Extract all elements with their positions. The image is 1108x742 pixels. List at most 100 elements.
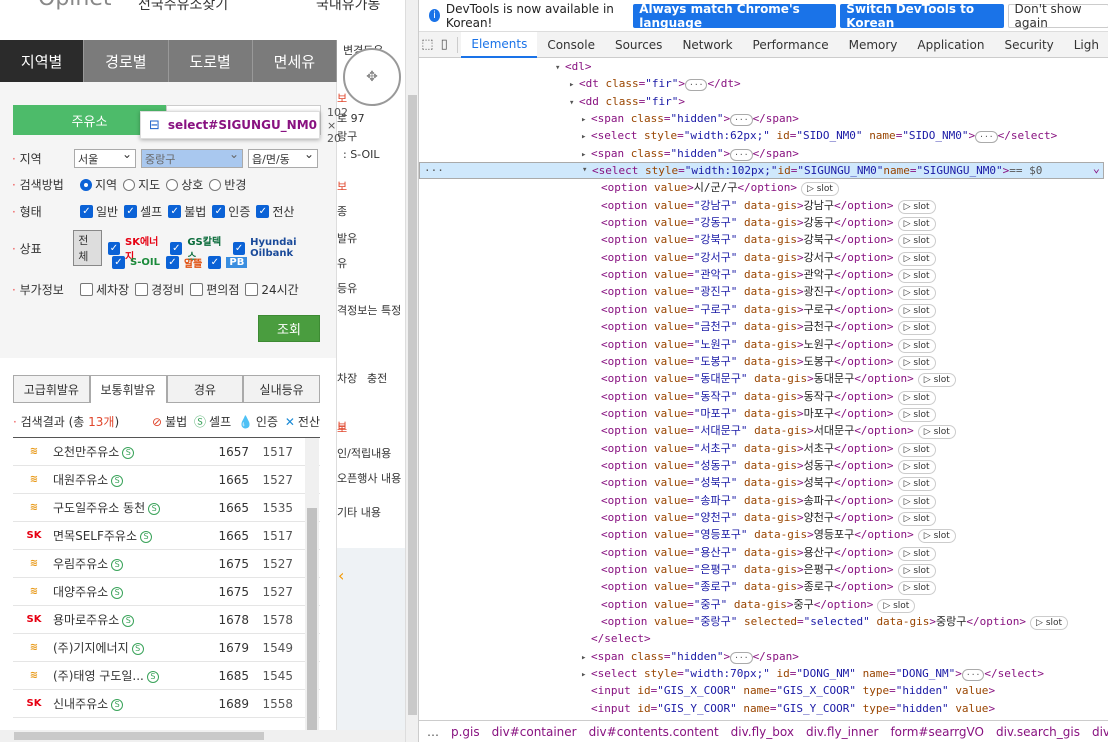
dom-option[interactable]: <option value="금천구" data-gis>금천구</option… xyxy=(419,318,1108,336)
dom-option[interactable]: <option value="동대문구" data-gis>동대문구</opti… xyxy=(419,370,1108,388)
checkbox-gs[interactable]: ✓ xyxy=(170,241,183,255)
checkbox-computer[interactable]: ✓ xyxy=(256,205,270,218)
dom-node[interactable]: ▸ <select style="width:70px;" id="DONG_NM… xyxy=(419,665,1108,682)
checkbox-store[interactable] xyxy=(190,283,204,296)
dom-option[interactable]: <option value="서대문구" data-gis>서대문구</opti… xyxy=(419,422,1108,440)
station-list-scrollbar[interactable] xyxy=(305,438,319,742)
dont-show-button[interactable]: Don't show again xyxy=(1007,2,1108,30)
tab-premium-gasoline[interactable]: 고급휘발유 xyxy=(13,375,90,403)
collapse-arrow-icon[interactable]: ‹ xyxy=(338,566,344,585)
station-name[interactable]: 면목SELF주유소 S xyxy=(53,527,205,544)
breadcrumb-item[interactable]: div.inner xyxy=(1092,725,1108,739)
breadcrumb-item[interactable]: div.fly_box xyxy=(731,725,794,739)
dom-node[interactable]: <input id="GIS_Y_COOR" name="GIS_Y_COOR"… xyxy=(419,700,1108,716)
checkbox-24h[interactable] xyxy=(245,283,259,296)
station-row[interactable]: ≋ 대양주유소 S 1675 1527 xyxy=(13,578,320,606)
device-toggle-icon[interactable]: ▯ xyxy=(436,37,453,52)
dom-option[interactable]: <option value="도봉구" data-gis>도봉구</option… xyxy=(419,353,1108,370)
tab-road[interactable]: 도로별 xyxy=(168,40,253,82)
tab-region[interactable]: 지역별 xyxy=(0,40,85,82)
tab-route[interactable]: 경로별 xyxy=(84,40,169,82)
dom-node[interactable]: </select> xyxy=(419,630,1108,647)
sido-select[interactable]: 서울 xyxy=(74,147,136,168)
station-row[interactable]: SK 신내주유소 S 1689 1558 xyxy=(13,690,320,718)
checkbox-certified[interactable]: ✓ xyxy=(212,205,226,218)
dom-option[interactable]: <option value="중구" data-gis>중구</option> ▷… xyxy=(419,596,1108,613)
dom-node[interactable]: ▸ <span class="hidden"> ··· </span> xyxy=(419,110,1108,127)
top-link-1[interactable]: 전국주유소찾기 xyxy=(138,0,228,14)
dom-node[interactable]: ▾ <dd class="fir"> xyxy=(419,93,1108,110)
checkbox-maintenance[interactable] xyxy=(135,283,149,296)
radio-region[interactable] xyxy=(80,178,92,191)
dom-node[interactable]: ▸ <span class="hidden"> ··· </span> xyxy=(419,145,1108,162)
station-row[interactable]: ≋ 대원주유소 S 1665 1527 xyxy=(13,466,320,494)
radio-radius[interactable] xyxy=(209,178,222,191)
match-language-button[interactable]: Always match Chrome's language xyxy=(633,2,837,30)
station-name[interactable]: 대양주유소 S xyxy=(53,583,205,600)
breadcrumb-item[interactable]: div.search_gis xyxy=(996,725,1080,739)
dom-option[interactable]: <option value="성동구" data-gis>성동구</option… xyxy=(419,457,1108,474)
dom-node[interactable]: ▸ <select style="width:62px;" id="SIDO_NM… xyxy=(419,127,1108,144)
dom-node[interactable]: ▸ <dt class="fir"> ··· </dt> xyxy=(419,75,1108,92)
breadcrumb-item[interactable]: div#container xyxy=(492,725,577,739)
breadcrumb-item[interactable]: div.fly_inner xyxy=(806,725,878,739)
station-row[interactable]: SK 용마로주유소 S 1678 1578 xyxy=(13,606,320,634)
map-pan-control[interactable]: ✥ xyxy=(343,48,401,106)
dom-dl[interactable]: ▾ <dl> xyxy=(419,58,1108,75)
radio-map[interactable] xyxy=(123,178,136,191)
checkbox-altteul[interactable]: ✓ xyxy=(165,256,179,269)
station-row[interactable]: SK 면목SELF주유소 S 1665 1517 xyxy=(13,522,320,550)
tab-kerosene[interactable]: 실내등유 xyxy=(243,375,320,403)
breadcrumb-item[interactable]: p.gis xyxy=(451,725,480,739)
dom-option[interactable]: <option value="동작구" data-gis>동작구</option… xyxy=(419,388,1108,405)
dom-option[interactable]: <option value="강동구" data-gis>강동구</option… xyxy=(419,214,1108,232)
station-name[interactable]: 신내주유소 S xyxy=(53,695,205,712)
tab-regular-gasoline[interactable]: 보통휘발유 xyxy=(89,375,167,403)
switch-korean-button[interactable]: Switch DevTools to Korean xyxy=(840,2,1004,30)
checkbox-self[interactable]: ✓ xyxy=(124,205,138,218)
tab-security[interactable]: Security xyxy=(994,32,1063,58)
tab-lighthouse[interactable]: Ligh xyxy=(1064,32,1108,58)
tab-network[interactable]: Network xyxy=(672,32,742,58)
dom-option[interactable]: <option value="종로구" data-gis>종로구</option… xyxy=(419,578,1108,596)
station-name[interactable]: 구도일주유소 동천 S xyxy=(53,499,205,516)
site-logo[interactable]: Opinet xyxy=(38,0,112,11)
top-link-2[interactable]: 국내유가동 xyxy=(316,0,380,14)
checkbox-soil[interactable]: ✓ xyxy=(112,256,125,269)
map-view[interactable] xyxy=(337,548,405,732)
tab-performance[interactable]: Performance xyxy=(743,32,839,58)
station-row[interactable]: ≋ (주)기지에너지 S 1679 1549 xyxy=(13,634,320,662)
inspect-icon[interactable]: ⬚ xyxy=(419,37,436,52)
tab-memory[interactable]: Memory xyxy=(839,32,908,58)
station-name[interactable]: 오천만주유소 S xyxy=(53,443,205,460)
station-row[interactable]: ≋ 우림주유소 S 1675 1527 xyxy=(13,550,320,578)
horizontal-scrollbar[interactable] xyxy=(0,730,405,742)
checkbox-hyundai[interactable]: ✓ xyxy=(233,241,246,255)
page-scrollbar[interactable] xyxy=(405,0,418,742)
dom-option[interactable]: <option value="노원구" data-gis>노원구</option… xyxy=(419,336,1108,353)
station-name[interactable]: (주)기지에너지 S xyxy=(53,639,205,656)
brand-all-button[interactable]: 전체 xyxy=(73,230,102,266)
checkbox-sk[interactable]: ✓ xyxy=(107,241,120,255)
radio-name[interactable] xyxy=(166,178,179,191)
dom-option[interactable]: <option value="강북구" data-gis>강북구</option… xyxy=(419,231,1108,249)
dom-option[interactable]: <option value="구로구" data-gis>구로구</option… xyxy=(419,301,1108,318)
dom-node[interactable]: <input id="GIS_X_COOR" name="GIS_X_COOR"… xyxy=(419,682,1108,699)
breadcrumb-item[interactable]: form#searrgVO xyxy=(890,725,984,739)
breadcrumb-item[interactable]: div#contents.content xyxy=(589,725,719,739)
dom-option[interactable]: <option value="관악구" data-gis>관악구</option… xyxy=(419,266,1108,284)
sigungu-select[interactable]: 중랑구 xyxy=(141,147,243,168)
station-name[interactable]: (주)태영 구도일... S xyxy=(53,667,205,684)
station-row[interactable]: ≋ 오천만주유소 S 1657 1517 xyxy=(13,438,320,466)
dom-option[interactable]: <option value="영등포구" data-gis>영등포구</opti… xyxy=(419,526,1108,544)
station-name[interactable]: 용마로주유소 S xyxy=(53,611,205,628)
tab-diesel[interactable]: 경유 xyxy=(166,375,244,403)
dom-option[interactable]: <option value="은평구" data-gis>은평구</option… xyxy=(419,561,1108,578)
dom-option[interactable]: <option value="광진구" data-gis>광진구</option… xyxy=(419,283,1108,301)
station-row[interactable]: ≋ (주)태영 구도일... S 1685 1545 xyxy=(13,662,320,690)
dom-option[interactable]: <option value="용산구" data-gis>용산구</option… xyxy=(419,544,1108,561)
station-row[interactable]: ≋ 구도일주유소 동천 S 1665 1535 xyxy=(13,494,320,522)
dong-select[interactable]: 읍/면/동 xyxy=(248,147,318,168)
tab-sources[interactable]: Sources xyxy=(605,32,672,58)
station-name[interactable]: 대원주유소 S xyxy=(53,471,205,488)
